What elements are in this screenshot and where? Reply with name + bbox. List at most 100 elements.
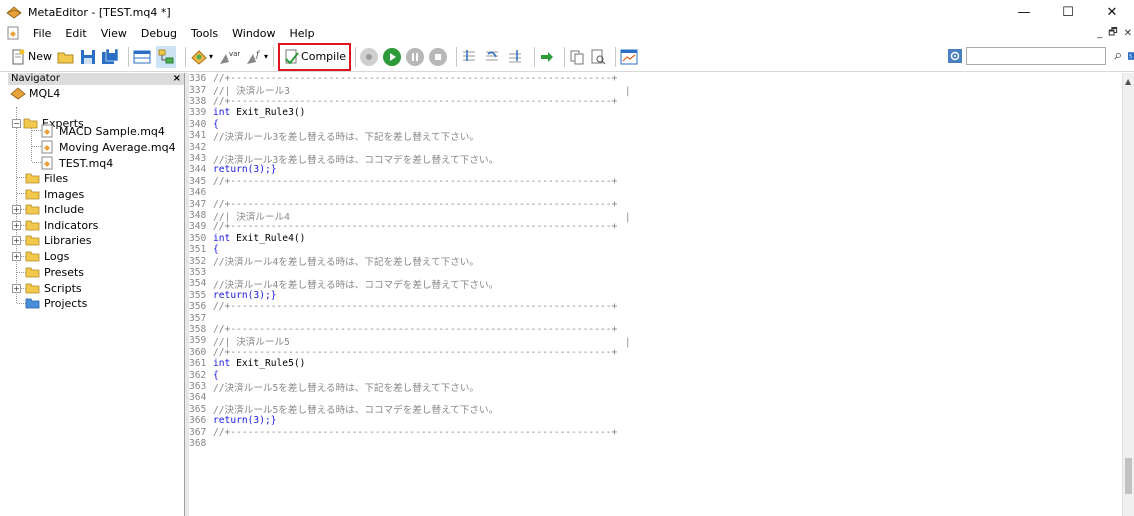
compile-button[interactable]: Compile (278, 42, 352, 71)
code-line[interactable]: 344 return(3);} (189, 164, 277, 175)
menu-tools[interactable]: Tools (186, 27, 227, 40)
tree-item-test[interactable]: TEST.mq4 (40, 155, 113, 171)
close-button[interactable]: ✕ (1090, 0, 1134, 24)
mq4-file-icon (41, 156, 53, 170)
collapse-toggle-icon[interactable]: − (12, 119, 21, 128)
search-input[interactable] (966, 47, 1106, 65)
navigator-close-button[interactable]: × (173, 73, 181, 85)
open-button[interactable] (57, 46, 75, 68)
mdi-close-button[interactable]: ✕ (1124, 28, 1132, 39)
code-line[interactable]: 357 (189, 312, 213, 324)
code-line[interactable]: 355 return(3);} (189, 290, 277, 301)
menu-debug[interactable]: Debug (136, 27, 186, 40)
code-line[interactable]: 342 (189, 141, 213, 153)
scroll-up-arrow-icon[interactable]: ▲ (1125, 77, 1131, 86)
code-line[interactable]: 341 //決済ルール3を差し替える時は、下記を差し替えて下さい。 (189, 130, 479, 143)
svg-text:f: f (255, 50, 261, 59)
code-line[interactable]: 338 //+----------------------------------… (189, 96, 617, 107)
tree-item-scripts[interactable]: Scripts (25, 280, 82, 296)
tree-item-indicators[interactable]: Indicators (25, 217, 98, 233)
tree-item-projects[interactable]: Projects (25, 295, 87, 311)
maximize-button[interactable]: ☐ (1046, 0, 1090, 24)
dropdown-arrow-icon[interactable]: ▾ (264, 52, 268, 61)
stop-button[interactable] (429, 46, 448, 68)
insert-function-button[interactable]: f ▾ (245, 46, 268, 68)
find-in-files-button[interactable] (590, 46, 606, 68)
expand-toggle-icon[interactable]: + (12, 252, 21, 261)
code-line[interactable]: 353 (189, 267, 213, 278)
minimize-button[interactable]: — (1002, 0, 1046, 24)
pause-button[interactable] (406, 46, 425, 68)
mdi-minimize-button[interactable]: _ (1097, 28, 1102, 39)
code-line[interactable]: 356 //+----------------------------------… (189, 301, 617, 312)
vertical-scrollbar[interactable]: ▲ (1122, 73, 1134, 516)
code-line[interactable]: 345 //+----------------------------------… (189, 176, 617, 187)
expand-toggle-icon[interactable]: + (12, 284, 21, 293)
tree-item-include[interactable]: Include (25, 201, 84, 217)
menu-edit[interactable]: Edit (60, 27, 95, 40)
code-comment: //+-------------------------------------… (213, 221, 618, 233)
code-line[interactable]: 367 //+----------------------------------… (189, 426, 617, 438)
tree-item-mql4[interactable]: MQL4 (10, 85, 60, 101)
chart-window-icon (620, 49, 638, 64)
insert-variable-button[interactable]: var (218, 46, 240, 68)
goto-button[interactable] (539, 46, 555, 68)
expand-toggle-icon[interactable]: + (12, 205, 21, 214)
start-debug-button[interactable] (383, 46, 402, 68)
code-line[interactable]: 348//| 決済ルール4 | (189, 210, 631, 223)
copy-button[interactable] (569, 46, 585, 68)
start-real-data-button[interactable] (360, 46, 379, 68)
document-icon[interactable] (6, 26, 20, 40)
mql5-community-icon[interactable] (948, 49, 962, 63)
tree-item-files[interactable]: Files (25, 170, 68, 186)
code-line[interactable]: 349 //+----------------------------------… (189, 221, 617, 232)
dropdown-arrow-icon[interactable]: ▾ (209, 52, 213, 61)
code-line[interactable]: 359//| 決済ルール5 | (189, 335, 631, 348)
code-editor[interactable]: 336 //+----------------------------------… (185, 73, 1122, 516)
stop-circle-icon (360, 47, 379, 66)
code-line[interactable]: 368 (189, 438, 213, 449)
tree-item-logs[interactable]: Logs (25, 248, 69, 264)
tree-item-presets[interactable]: Presets (25, 264, 84, 280)
line-number: 351 (189, 244, 207, 256)
expand-toggle-icon[interactable]: + (12, 221, 21, 230)
step-out-button[interactable] (507, 46, 525, 68)
line-number: 358 (189, 323, 207, 335)
code-line[interactable]: 361 int Exit_Rule5() (189, 358, 305, 369)
menu-view[interactable]: View (96, 27, 136, 40)
menu-window[interactable]: Window (227, 27, 284, 40)
insert-resource-button[interactable]: ▾ (190, 46, 213, 68)
code-line[interactable]: 365//決済ルール5を差し替える時は、ココマデを差し替えて下さい。 (189, 404, 498, 417)
code-line[interactable]: 352 //決済ルール4を差し替える時は、下記を差し替えて下さい。 (189, 255, 479, 269)
tree-item-libraries[interactable]: Libraries (25, 232, 92, 248)
code-line[interactable]: 354//決済ルール4を差し替える時は、ココマデを差し替えて下さい。 (189, 278, 498, 291)
code-line[interactable]: 337//| 決済ルール3 | (189, 84, 631, 98)
new-button-label: New (28, 50, 52, 63)
chart-button[interactable] (620, 46, 638, 68)
save-button[interactable] (80, 46, 96, 68)
save-all-button[interactable] (101, 46, 119, 68)
tree-item-moving-average[interactable]: Moving Average.mq4 (40, 139, 176, 155)
search-icon[interactable] (1114, 49, 1122, 63)
code-line[interactable]: 366 return(3);} (189, 415, 277, 426)
new-button[interactable]: New (10, 46, 52, 68)
code-line[interactable]: 350 int Exit_Rule4() (189, 233, 305, 244)
mql5-logo-icon[interactable]: 5 (1127, 49, 1134, 63)
code-line[interactable]: 346 (189, 187, 213, 198)
expand-toggle-icon[interactable]: + (12, 236, 21, 245)
tree-item-macd-sample[interactable]: MACD Sample.mq4 (40, 123, 165, 139)
code-line[interactable]: 339 int Exit_Rule3() (189, 107, 305, 118)
code-line[interactable]: 363 //決済ルール5を差し替える時は、下記を差し替えて下さい。 (189, 381, 479, 394)
mdi-restore-button[interactable]: 🗗 (1108, 25, 1117, 42)
scrollbar-thumb[interactable] (1125, 458, 1132, 494)
code-line[interactable]: 343//決済ルール3を差し替える時は、ココマデを差し替えて下さい。 (189, 153, 498, 166)
tree-item-images[interactable]: Images (25, 186, 84, 202)
navigator-toggle-button[interactable] (133, 46, 151, 68)
menu-help[interactable]: Help (285, 27, 324, 40)
code-line[interactable]: 364 (189, 392, 213, 403)
step-into-button[interactable] (461, 46, 479, 68)
code-line[interactable]: 360 //+----------------------------------… (189, 347, 617, 358)
toolbox-toggle-button[interactable] (156, 45, 176, 68)
step-over-button[interactable] (484, 46, 502, 68)
menu-file[interactable]: File (28, 27, 60, 40)
